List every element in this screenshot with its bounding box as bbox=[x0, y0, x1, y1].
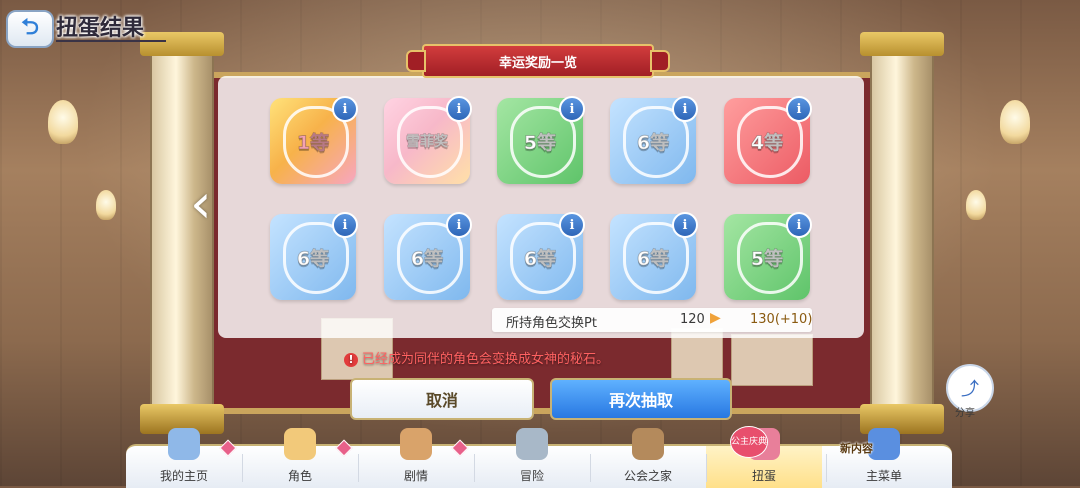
nav-item[interactable]: 扭蛋 bbox=[706, 428, 822, 488]
prize-card[interactable]: 6等 i bbox=[497, 212, 585, 300]
info-icon[interactable]: i bbox=[446, 212, 472, 238]
left-pillar bbox=[140, 32, 224, 434]
prize-card[interactable]: 6等 i bbox=[384, 212, 472, 300]
info-icon[interactable]: i bbox=[786, 212, 812, 238]
prize-rank-label: 6等 bbox=[636, 247, 670, 270]
prize-card[interactable]: 雪菲奖 i bbox=[384, 96, 472, 184]
prize-rank-label: 6等 bbox=[410, 247, 444, 270]
warning-icon: ! bbox=[344, 353, 358, 367]
nav-item-label: 剧情 bbox=[403, 469, 428, 483]
nav-divider bbox=[590, 454, 591, 482]
pt-after-value: 130(+10) bbox=[750, 312, 813, 327]
scroll-icon bbox=[400, 428, 432, 460]
cancel-button[interactable]: 取消 bbox=[350, 378, 534, 420]
info-icon[interactable]: i bbox=[672, 212, 698, 238]
title-underline bbox=[56, 40, 166, 42]
festival-tag: 公主庆典 bbox=[730, 426, 768, 458]
back-arrow-icon: ⮌ bbox=[21, 15, 39, 40]
share-icon: ⤴ bbox=[961, 379, 979, 400]
nav-item-label: 冒险 bbox=[519, 469, 544, 483]
nav-divider bbox=[242, 454, 243, 482]
right-pillar bbox=[860, 32, 944, 434]
info-icon[interactable]: i bbox=[332, 212, 358, 238]
draw-again-button-label: 再次抽取 bbox=[608, 391, 673, 410]
info-icon[interactable]: i bbox=[559, 96, 585, 122]
draw-again-button[interactable]: 再次抽取 bbox=[550, 378, 732, 420]
prize-card[interactable]: 5等 i bbox=[497, 96, 585, 184]
prize-rank-label: 6等 bbox=[296, 247, 330, 270]
nav-divider bbox=[358, 454, 359, 482]
wall-lamp bbox=[966, 190, 986, 220]
nav-item[interactable]: 我的主页 bbox=[126, 428, 242, 488]
wall-lamp bbox=[1000, 100, 1030, 144]
cancel-button-label: 取消 bbox=[425, 391, 458, 410]
nav-item[interactable]: 公会之家 bbox=[590, 428, 706, 488]
wall-lamp bbox=[96, 190, 116, 220]
castle-icon bbox=[168, 428, 200, 460]
exchange-pt-row: 所持角色交换Pt 120 ▶ 130(+10) bbox=[492, 308, 812, 332]
pt-before-value: 120 bbox=[680, 312, 705, 327]
prize-card[interactable]: 5等 i bbox=[724, 212, 812, 300]
info-icon[interactable]: i bbox=[332, 96, 358, 122]
info-icon[interactable]: i bbox=[672, 96, 698, 122]
prize-card[interactable]: 6等 i bbox=[610, 212, 698, 300]
prize-rank-label: 6等 bbox=[636, 131, 670, 154]
back-button[interactable]: ⮌ bbox=[6, 10, 54, 48]
notice-text-row: ! 已经成为同伴的角色会变换成女神的秘石。 bbox=[344, 348, 609, 367]
nav-item[interactable]: 角色 bbox=[242, 428, 358, 488]
share-label: 分享 bbox=[955, 408, 975, 419]
sword-shield-icon bbox=[516, 428, 548, 460]
nav-item[interactable]: 剧情 bbox=[358, 428, 474, 488]
prize-rank-label: 雪菲奖 bbox=[406, 134, 449, 151]
prize-card[interactable]: 4等 i bbox=[724, 96, 812, 184]
prize-rank-label: 5等 bbox=[523, 131, 557, 154]
prize-rank-label: 4等 bbox=[750, 131, 784, 154]
screen-title: 扭蛋结果 bbox=[56, 16, 145, 41]
board-paper bbox=[731, 334, 813, 386]
prize-card[interactable]: 6等 i bbox=[610, 96, 698, 184]
info-icon[interactable]: i bbox=[446, 96, 472, 122]
nav-item-label: 扭蛋 bbox=[751, 469, 776, 483]
prize-rank-label: 1等 bbox=[296, 131, 330, 154]
prize-card[interactable]: 6等 i bbox=[270, 212, 358, 300]
info-icon[interactable]: i bbox=[786, 96, 812, 122]
nav-item-label: 角色 bbox=[287, 469, 312, 483]
prize-rank-label: 6等 bbox=[523, 247, 557, 270]
bottom-nav: 我的主页 角色 剧情 冒险 公会之家 扭蛋 主菜单 bbox=[126, 428, 952, 488]
nav-item-label: 公会之家 bbox=[623, 469, 672, 483]
info-icon[interactable]: i bbox=[559, 212, 585, 238]
nav-item-label: 主菜单 bbox=[865, 469, 902, 483]
dialog-title: 幸运奖励一览 bbox=[498, 55, 577, 71]
notice-text: 已经成为同伴的角色会变换成女神的秘石。 bbox=[362, 352, 610, 367]
prize-card[interactable]: 1等 i bbox=[270, 96, 358, 184]
nav-item[interactable]: 冒险 bbox=[474, 428, 590, 488]
dialog-title-banner: 幸运奖励一览 bbox=[406, 44, 670, 78]
prev-page-arrow[interactable]: ‹ bbox=[190, 177, 226, 234]
new-content-tag: 新内容 bbox=[840, 442, 873, 455]
nav-divider bbox=[826, 454, 827, 482]
arrow-right-icon: ▶ bbox=[710, 310, 721, 326]
nav-divider bbox=[474, 454, 475, 482]
nav-divider bbox=[706, 454, 707, 482]
pt-label: 所持角色交换Pt bbox=[506, 316, 597, 331]
guild-door-icon bbox=[632, 428, 664, 460]
prize-rank-label: 5等 bbox=[750, 247, 784, 270]
nav-item-label: 我的主页 bbox=[159, 469, 208, 483]
character-icon bbox=[284, 428, 316, 460]
wall-lamp bbox=[48, 100, 78, 144]
